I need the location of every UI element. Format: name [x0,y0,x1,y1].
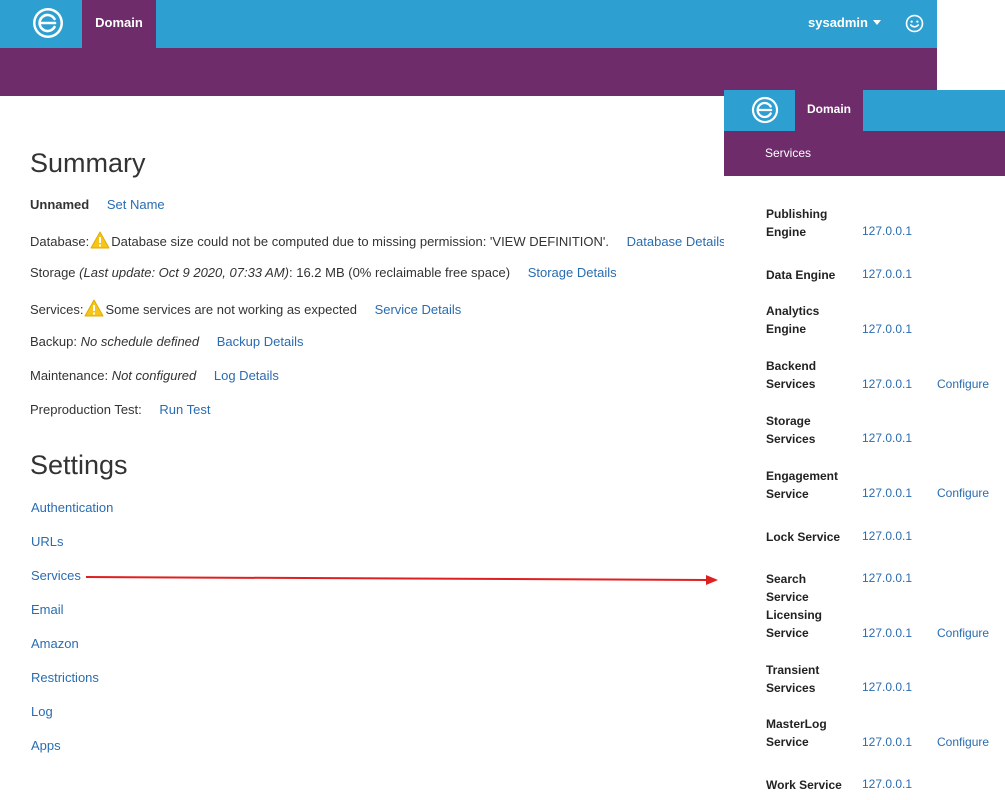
settings-link-authentication[interactable]: Authentication [31,500,113,515]
services-row: Services: Some services are not working a… [30,299,461,317]
service-ip-link[interactable]: 127.0.0.1 [862,377,912,391]
app-logo-icon[interactable] [32,7,64,39]
user-menu[interactable]: sysadmin [808,0,881,48]
run-test-link[interactable]: Run Test [159,402,210,417]
smiley-icon[interactable] [905,14,924,33]
services-label: Services: [30,302,84,317]
services-message: Some services are not working as expecte… [105,302,357,317]
service-name: Work Service [766,778,842,792]
service-details-link[interactable]: Service Details [375,302,462,317]
backup-details-link[interactable]: Backup Details [217,334,304,349]
service-ip-link[interactable]: 127.0.0.1 [862,322,912,336]
service-configure-link[interactable]: Configure [937,626,989,640]
storage-last-update: (Last update: Oct 9 2020, 07:33 AM) [79,265,289,280]
maintenance-row: Maintenance: Not configured Log Details [30,368,279,383]
service-name: Transient Services [766,663,820,695]
service-configure-link[interactable]: Configure [937,486,989,500]
service-name: Backend Services [766,359,817,391]
unnamed-label: Unnamed [30,197,90,212]
service-name: Lock Service [766,530,841,544]
storage-row: Storage (Last update: Oct 9 2020, 07:33 … [30,265,617,280]
backup-value: No schedule defined [80,334,200,349]
summary-title: Summary [30,148,146,178]
service-ip-link[interactable]: 127.0.0.1 [862,267,912,281]
service-name: Storage Services [766,414,816,446]
user-name: sysadmin [808,15,868,30]
service-ip-link[interactable]: 127.0.0.1 [862,486,912,500]
annotation-arrow [85,575,718,585]
service-ip-link[interactable]: 127.0.0.1 [862,571,912,585]
service-ip-link[interactable]: 127.0.0.1 [862,680,912,694]
maintenance-value: Not configured [111,368,197,383]
service-name: MasterLog Service [766,717,827,749]
service-name: Publishing Engine [766,207,828,239]
service-ip-link[interactable]: 127.0.0.1 [862,735,912,749]
service-ip-link[interactable]: 127.0.0.1 [862,431,912,445]
app-logo-icon[interactable] [751,96,779,124]
services-panel: Domain Services Publishing Engine 127.0.… [724,90,1005,800]
panel-top-nav-bar: Domain [724,90,1005,131]
storage-label: Storage [30,265,76,280]
maintenance-label: Maintenance: [30,368,109,383]
database-details-link[interactable]: Database Details [627,234,726,249]
settings-link-amazon[interactable]: Amazon [31,636,79,651]
backup-row: Backup: No schedule defined Backup Detai… [30,334,303,349]
service-name: Engagement Service [766,469,839,501]
sub-header-bar [0,48,937,96]
service-ip-link[interactable]: 127.0.0.1 [862,529,912,543]
panel-subtitle: Services [724,131,1005,176]
settings-link-restrictions[interactable]: Restrictions [31,670,99,685]
settings-link-log[interactable]: Log [31,704,53,719]
database-message: Database size could not be computed due … [111,234,609,249]
set-name-link[interactable]: Set Name [107,197,165,212]
preproduction-row: Preproduction Test: Run Test [30,402,210,417]
service-name: Analytics Engine [766,304,820,336]
storage-size: : 16.2 MB (0% reclaimable free space) [288,265,511,280]
service-name: Data Engine [766,268,836,282]
service-ip-link[interactable]: 127.0.0.1 [862,626,912,640]
database-label: Database: [30,234,90,249]
storage-details-link[interactable]: Storage Details [528,265,617,280]
database-row: Database: Database size could not be comp… [30,231,726,249]
settings-title: Settings [30,450,128,480]
service-configure-link[interactable]: Configure [937,735,989,749]
settings-link-apps[interactable]: Apps [31,738,61,753]
settings-link-email[interactable]: Email [31,602,64,617]
caret-down-icon [872,20,881,25]
settings-link-urls[interactable]: URLs [31,534,64,549]
service-configure-link[interactable]: Configure [937,377,989,391]
warning-icon [84,299,104,317]
log-details-link[interactable]: Log Details [214,368,279,383]
top-nav-bar: Domain sysadmin [0,0,937,48]
service-ip-link[interactable]: 127.0.0.1 [862,224,912,238]
backup-label: Backup: [30,334,77,349]
service-ip-link[interactable]: 127.0.0.1 [862,777,912,791]
service-name: Search Service [766,572,809,604]
panel-tab-domain[interactable]: Domain [795,90,863,131]
warning-icon [90,231,110,249]
service-name: Licensing Service [766,608,823,640]
tab-domain[interactable]: Domain [82,0,156,48]
summary-name-row: Unnamed Set Name [30,197,165,212]
settings-link-services[interactable]: Services [31,568,81,583]
preproduction-label: Preproduction Test: [30,402,142,417]
